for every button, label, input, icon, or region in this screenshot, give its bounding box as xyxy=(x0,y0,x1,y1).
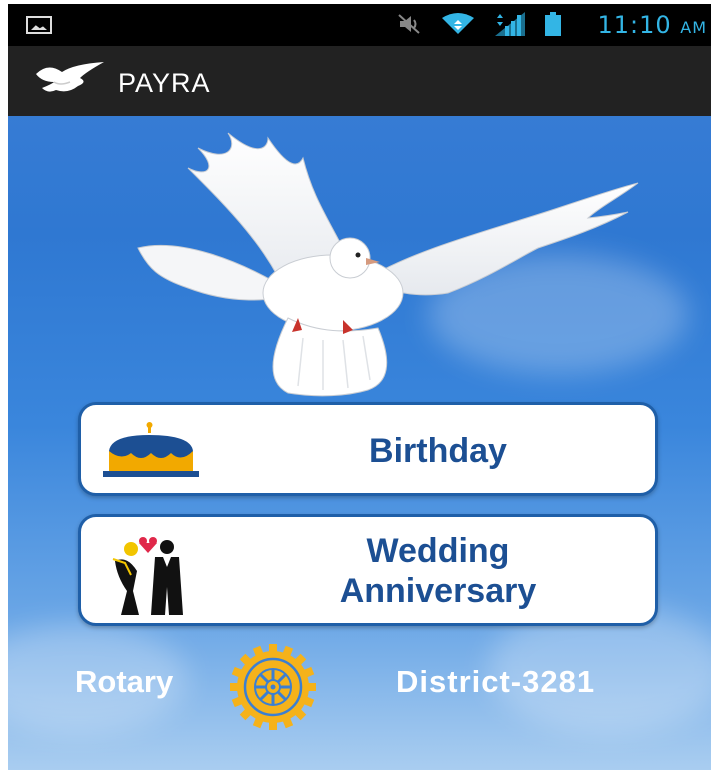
mute-icon xyxy=(397,12,423,36)
battery-icon xyxy=(545,12,561,36)
birthday-cake-icon xyxy=(103,422,199,477)
birthday-label: Birthday xyxy=(369,432,507,470)
district-label: District-3281 xyxy=(396,664,596,699)
app-screen: 11:10 AM PAYRA Birthday Wedding Annivers… xyxy=(8,4,711,770)
birthday-button[interactable]: Birthday xyxy=(78,402,658,496)
status-bar: 11:10 AM xyxy=(8,4,711,46)
clock-ampm: AM xyxy=(680,18,707,37)
signal-icon xyxy=(493,12,527,36)
app-title: PAYRA xyxy=(118,68,211,98)
rotary-label: Rotary xyxy=(75,664,174,699)
clock: 11:10 AM xyxy=(597,11,707,39)
dove-logo-icon xyxy=(36,62,104,92)
image-notification-icon xyxy=(26,16,52,34)
white-dove-icon xyxy=(137,132,639,397)
clock-time: 11:10 xyxy=(597,11,672,39)
wedding-anniversary-label: Wedding Anniversary xyxy=(339,532,537,610)
wifi-icon xyxy=(441,12,475,36)
action-bar xyxy=(8,46,711,116)
wedding-couple-icon xyxy=(112,537,183,615)
wedding-anniversary-button[interactable]: Wedding Anniversary xyxy=(78,514,658,626)
rotary-wheel-icon xyxy=(230,644,316,730)
